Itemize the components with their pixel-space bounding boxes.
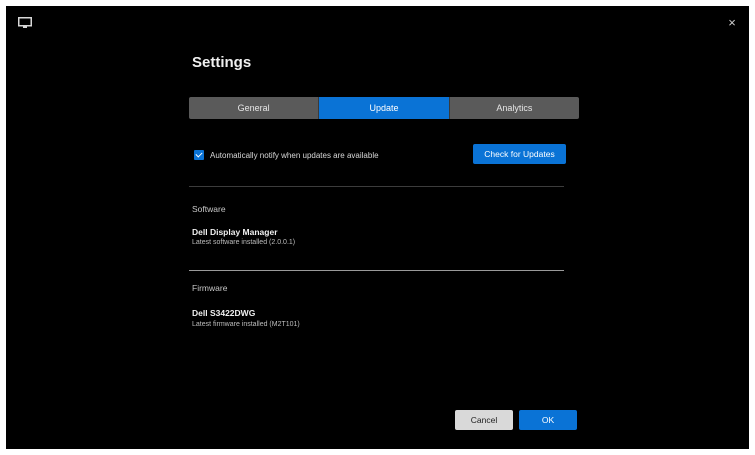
divider — [189, 186, 564, 187]
firmware-heading: Firmware — [192, 283, 228, 293]
tab-update[interactable]: Update — [319, 97, 450, 119]
software-heading: Software — [192, 204, 226, 214]
ok-button[interactable]: OK — [519, 410, 577, 430]
auto-update-label: Automatically notify when updates are av… — [210, 150, 379, 160]
settings-window: × Settings General Update Analytics Auto… — [6, 6, 749, 449]
firmware-version: Latest firmware installed (M2T101) — [192, 321, 300, 328]
auto-update-row: Automatically notify when updates are av… — [194, 150, 379, 160]
page-title: Settings — [192, 54, 252, 71]
tab-general[interactable]: General — [189, 97, 320, 119]
divider — [189, 270, 564, 271]
display-icon — [18, 17, 32, 28]
firmware-name: Dell S3422DWG — [192, 308, 256, 318]
check-for-updates-button[interactable]: Check for Updates — [473, 144, 566, 164]
software-name: Dell Display Manager — [192, 227, 278, 237]
tab-bar: General Update Analytics — [189, 97, 579, 119]
cancel-button[interactable]: Cancel — [455, 410, 513, 430]
close-icon[interactable]: × — [725, 16, 739, 30]
software-version: Latest software installed (2.0.0.1) — [192, 239, 296, 246]
auto-update-checkbox[interactable] — [194, 150, 204, 160]
tab-analytics[interactable]: Analytics — [449, 97, 579, 119]
